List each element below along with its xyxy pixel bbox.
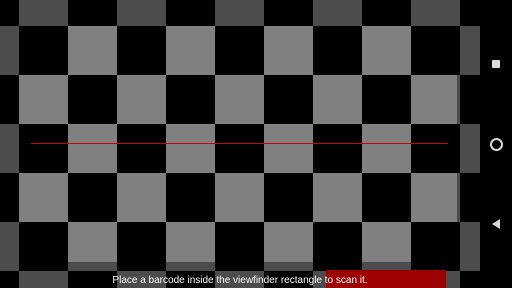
navigation-bar <box>480 0 512 288</box>
square-icon <box>492 60 500 68</box>
status-message: Place a barcode inside the viewfinder re… <box>112 275 368 286</box>
back-button[interactable] <box>480 208 512 240</box>
viewfinder-rectangle <box>19 26 457 262</box>
camera-preview: Place a barcode inside the viewfinder re… <box>0 0 480 288</box>
recents-button[interactable] <box>480 48 512 80</box>
circle-icon <box>489 137 503 151</box>
barcode-scanner-screen: Place a barcode inside the viewfinder re… <box>0 0 512 288</box>
triangle-left-icon <box>492 219 500 229</box>
home-button[interactable] <box>480 128 512 160</box>
scan-laser-line <box>31 143 448 144</box>
